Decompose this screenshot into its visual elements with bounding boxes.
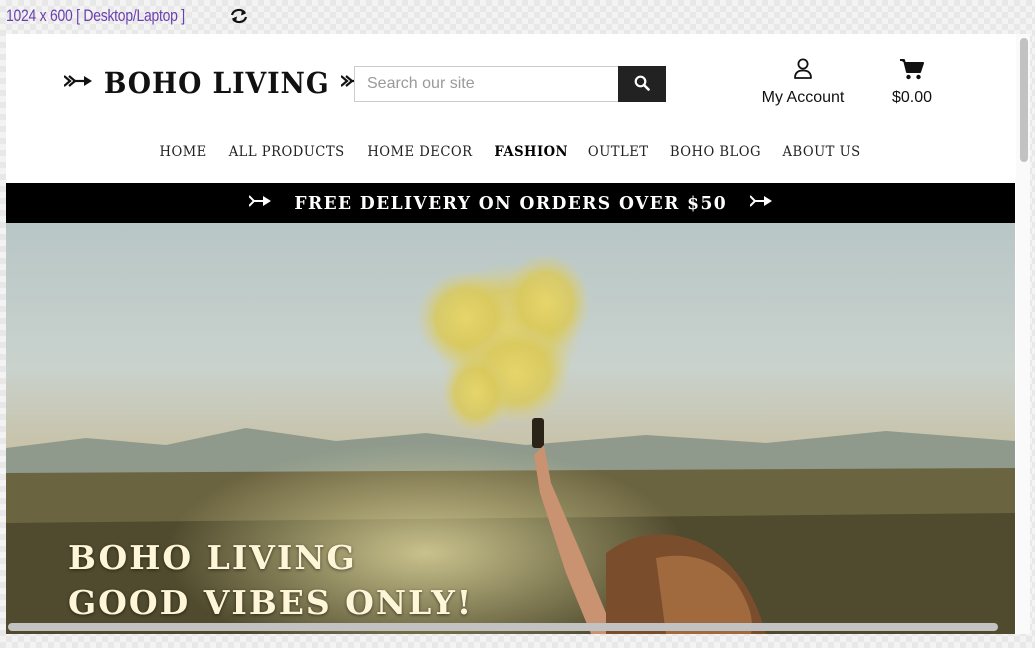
search-input[interactable] xyxy=(354,66,618,102)
viewport-size-label: 1024 x 600 [ Desktop/Laptop ] xyxy=(6,6,185,25)
hero-line-1: BOHO LIVING xyxy=(68,538,357,577)
promo-banner: FREE DELIVERY ON ORDERS OVER $50 xyxy=(6,183,1015,223)
horizontal-scrollbar-thumb[interactable] xyxy=(8,623,998,631)
nav-item-boho-blog[interactable]: BOHO BLOG xyxy=(670,144,761,168)
vertical-scrollbar-thumb[interactable] xyxy=(1020,38,1028,162)
arrow-right-icon xyxy=(248,194,271,213)
rotate-icon[interactable] xyxy=(228,6,250,26)
main-navigation: HOME ALL PRODUCTS HOME DECOR FASHION OUT… xyxy=(6,144,1015,168)
my-account-label: My Account xyxy=(761,89,845,106)
search-form xyxy=(354,66,666,102)
hero-banner: BOHO LIVING GOOD VIBES ONLY! xyxy=(6,223,1015,634)
promo-text: FREE DELIVERY ON ORDERS OVER $50 xyxy=(294,192,727,214)
cart-icon xyxy=(899,58,925,85)
search-icon xyxy=(634,75,650,94)
arrow-right-icon xyxy=(749,194,773,213)
cart-total: $0.00 xyxy=(891,89,933,106)
hero-line-2: GOOD VIBES ONLY! xyxy=(68,583,474,622)
nav-item-all-products[interactable]: ALL PRODUCTS xyxy=(228,144,344,168)
preview-toolbar: 1024 x 600 [ Desktop/Laptop ] xyxy=(0,0,1035,32)
hero-heading: BOHO LIVING GOOD VIBES ONLY! xyxy=(68,535,473,625)
cart-link[interactable]: $0.00 xyxy=(884,58,940,108)
nav-item-home-decor[interactable]: HOME DECOR xyxy=(367,144,472,168)
horizontal-scrollbar[interactable] xyxy=(6,620,1012,634)
nav-item-home[interactable]: HOME xyxy=(160,144,207,168)
my-account-link[interactable]: My Account xyxy=(752,58,854,108)
logo-text: BOHO LIVING xyxy=(103,66,330,100)
brand-logo[interactable]: BOHO LIVING xyxy=(63,66,370,100)
nav-item-about-us[interactable]: ABOUT US xyxy=(782,144,860,168)
search-button[interactable] xyxy=(618,66,666,102)
arrow-right-icon xyxy=(63,73,92,94)
vertical-scrollbar[interactable] xyxy=(1016,34,1030,634)
nav-item-outlet[interactable]: OUTLET xyxy=(588,144,649,168)
user-icon xyxy=(793,58,813,85)
nav-item-fashion[interactable]: FASHION xyxy=(494,144,568,168)
site-viewport: BOHO LIVING Search our site My Account $… xyxy=(6,34,1030,634)
